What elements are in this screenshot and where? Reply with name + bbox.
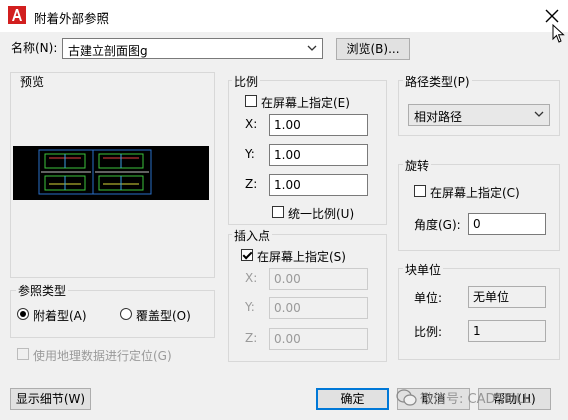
preview-label: 预览 bbox=[18, 73, 47, 90]
insertion-x-input[interactable]: 0.00 bbox=[269, 268, 368, 290]
name-combobox[interactable]: 古建立剖面图g bbox=[62, 38, 323, 59]
factor-label: 比例: bbox=[414, 325, 443, 339]
angle-label: 角度(G): bbox=[414, 218, 461, 232]
insertion-z-label: Z: bbox=[245, 331, 258, 345]
insertion-specify-checkbox[interactable] bbox=[241, 249, 253, 261]
geo-location-checkbox[interactable] bbox=[17, 348, 29, 360]
scale-z-input[interactable]: 1.00 bbox=[269, 174, 368, 196]
rotation-specify-checkbox[interactable] bbox=[414, 185, 426, 197]
ok-button[interactable]: 确定 bbox=[316, 388, 389, 410]
drawing-thumbnail bbox=[38, 149, 152, 195]
uniform-scale-checkbox[interactable] bbox=[272, 206, 284, 218]
scale-y-label: Y: bbox=[245, 147, 255, 161]
block-unit-title: 块单位 bbox=[403, 261, 444, 278]
factor-value-field: 1 bbox=[468, 320, 546, 342]
chevron-down-icon bbox=[307, 45, 317, 51]
insertion-z-input[interactable]: 0.00 bbox=[269, 328, 368, 350]
attach-radio[interactable] bbox=[17, 308, 29, 320]
watermark-text: 微信号: CADSKILL bbox=[420, 392, 531, 407]
unit-label: 单位: bbox=[414, 291, 443, 305]
overlay-label: 覆盖型(O) bbox=[136, 309, 191, 323]
uniform-scale-label: 统一比例(U) bbox=[288, 207, 355, 221]
path-type-title: 路径类型(P) bbox=[403, 73, 472, 90]
attach-label: 附着型(A) bbox=[33, 309, 87, 323]
wechat-logo-icon bbox=[396, 389, 417, 406]
scale-title: 比例 bbox=[232, 73, 261, 90]
mouse-cursor-icon bbox=[552, 24, 565, 43]
chevron-down-icon bbox=[534, 111, 544, 117]
scale-x-label: X: bbox=[245, 117, 258, 131]
scale-specify-label: 在屏幕上指定(E) bbox=[261, 96, 350, 110]
insertion-y-input[interactable]: 0.00 bbox=[269, 297, 368, 319]
angle-input[interactable]: 0 bbox=[468, 213, 546, 235]
scale-z-label: Z: bbox=[245, 177, 258, 191]
insertion-y-label: Y: bbox=[245, 300, 255, 314]
insertion-specify-label: 在屏幕上指定(S) bbox=[257, 250, 346, 264]
rotation-specify-label: 在屏幕上指定(C) bbox=[430, 186, 520, 200]
rotation-group bbox=[398, 164, 560, 251]
rotation-title: 旋转 bbox=[403, 157, 432, 174]
scale-y-input[interactable]: 1.00 bbox=[269, 144, 368, 166]
name-value: 古建立剖面图g bbox=[68, 44, 148, 58]
reference-type-title: 参照类型 bbox=[16, 282, 69, 299]
geo-location-label: 使用地理数据进行定位(G) bbox=[33, 349, 172, 363]
autocad-logo-icon bbox=[8, 6, 26, 24]
unit-value-field: 无单位 bbox=[468, 286, 546, 308]
block-unit-group bbox=[398, 268, 560, 360]
overlay-radio[interactable] bbox=[120, 308, 132, 320]
path-type-select[interactable]: 相对路径 bbox=[408, 104, 550, 126]
scale-x-input[interactable]: 1.00 bbox=[269, 114, 368, 136]
window-title: 附着外部参照 bbox=[34, 11, 110, 26]
scale-specify-checkbox[interactable] bbox=[245, 95, 257, 107]
preview-image bbox=[13, 146, 209, 200]
browse-button[interactable]: 浏览(B)... bbox=[336, 38, 410, 60]
insertion-title: 插入点 bbox=[232, 227, 273, 244]
name-label: 名称(N): bbox=[11, 41, 58, 55]
show-details-button[interactable]: 显示细节(W) bbox=[10, 388, 91, 410]
insertion-x-label: X: bbox=[245, 271, 258, 285]
path-type-value: 相对路径 bbox=[414, 110, 463, 124]
